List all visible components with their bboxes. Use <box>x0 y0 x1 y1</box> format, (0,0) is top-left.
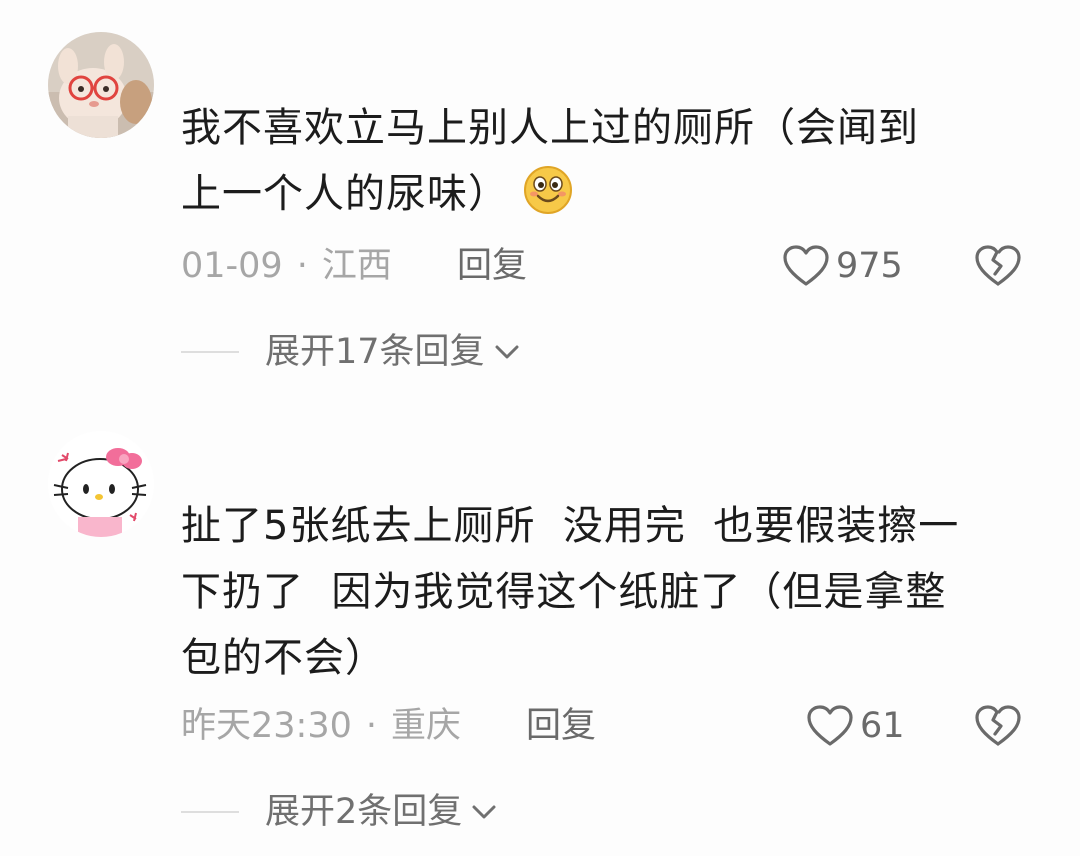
comment-text-line: 我不喜欢立马上别人上过的厕所（会闻到 <box>181 105 919 151</box>
comment-date: 昨天23:30 <box>181 706 352 746</box>
like-count: 61 <box>860 706 905 746</box>
comment-location: 重庆 <box>391 706 462 746</box>
broken-heart-icon <box>975 245 1021 286</box>
meta-separator: · <box>365 706 378 746</box>
avatar[interactable] <box>48 32 154 138</box>
comment-text-line: 扯了5张纸去上厕所 没用完 也要假装擦一 <box>181 503 960 549</box>
reply-button[interactable]: 回复 <box>526 701 596 751</box>
smiling-face-emoji <box>524 166 572 214</box>
comment-text-line: 包的不会） <box>181 635 386 681</box>
comment-text-line: 上一个人的尿味） <box>181 161 1041 227</box>
comment-item: 我不喜欢立马上别人上过的厕所（会闻到 上一个人的尿味） 01-09 · 江西 回复 … <box>0 0 1080 400</box>
like-count: 975 <box>836 246 903 286</box>
comment-date: 01-09 <box>181 246 283 286</box>
chevron-down-icon <box>472 805 496 819</box>
expand-replies-label: 展开17条回复 <box>265 332 485 372</box>
heart-outline-icon <box>783 245 829 286</box>
chevron-down-icon <box>495 345 519 359</box>
comment-meta: 昨天23:30 · 重庆 <box>181 701 461 751</box>
divider <box>181 351 239 353</box>
hello-kitty-angry-avatar <box>48 431 154 537</box>
comment-text: 扯了5张纸去上厕所 没用完 也要假装擦一 下扔了 因为我觉得这个纸脏了（但是拿整… <box>181 493 1041 691</box>
comment-location: 江西 <box>321 246 392 286</box>
avatar[interactable] <box>48 431 154 537</box>
expand-replies-button[interactable]: 展开17条回复 <box>181 327 521 377</box>
dislike-button[interactable] <box>974 701 1022 751</box>
comment-text: 我不喜欢立马上别人上过的厕所（会闻到 上一个人的尿味） <box>181 95 1041 227</box>
dislike-button[interactable] <box>974 241 1022 291</box>
expand-replies-button[interactable]: 展开2条回复 <box>181 787 498 837</box>
meta-separator: · <box>296 246 308 286</box>
plush-bunny-with-glasses-avatar <box>48 32 154 138</box>
comment-item: 扯了5张纸去上厕所 没用完 也要假装擦一 下扔了 因为我觉得这个纸脏了（但是拿整… <box>0 400 1080 856</box>
like-button[interactable]: 61 <box>806 701 905 751</box>
comment-text-line: 下扔了 因为我觉得这个纸脏了（但是拿整 <box>181 569 947 615</box>
divider <box>181 811 239 813</box>
heart-outline-icon <box>807 705 853 746</box>
reply-button[interactable]: 回复 <box>457 241 527 291</box>
like-button[interactable]: 975 <box>782 241 903 291</box>
comment-meta: 01-09 · 江西 <box>181 241 392 291</box>
expand-replies-label: 展开2条回复 <box>265 792 463 832</box>
broken-heart-icon <box>975 705 1021 746</box>
